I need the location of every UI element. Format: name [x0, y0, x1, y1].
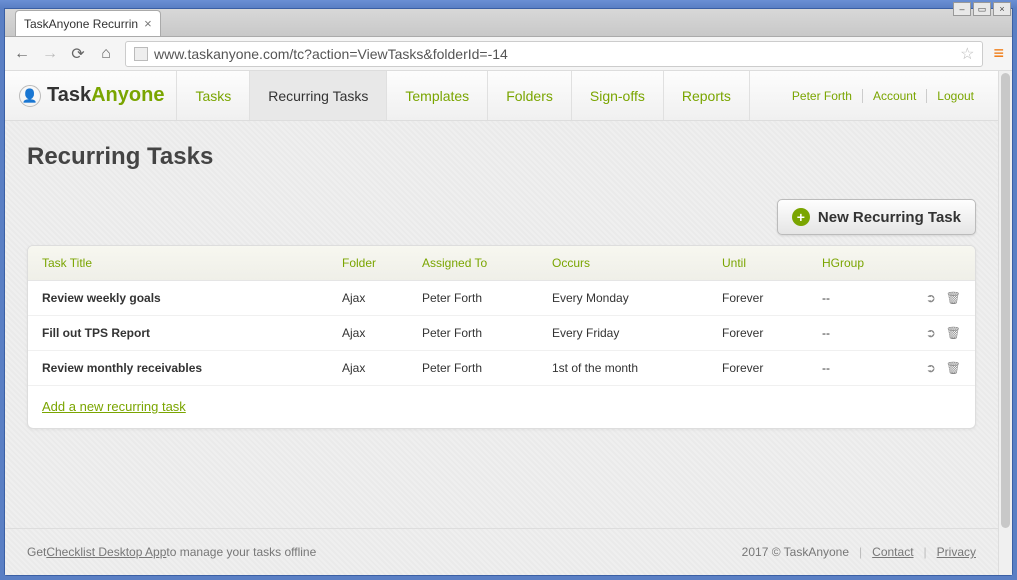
tab-close-icon[interactable]: ×: [144, 16, 152, 31]
cell-assigned: Peter Forth: [422, 291, 552, 305]
logout-link[interactable]: Logout: [927, 89, 984, 103]
cell-hgroup: --: [822, 291, 902, 305]
cell-folder: Ajax: [342, 291, 422, 305]
page-favicon-icon: [134, 47, 148, 61]
nav-item-recurring-tasks[interactable]: Recurring Tasks: [249, 71, 386, 120]
nav-reload-icon[interactable]: ⟳: [69, 44, 87, 64]
header-assigned[interactable]: Assigned To: [422, 256, 552, 270]
cell-assigned: Peter Forth: [422, 326, 552, 340]
cell-occurs: Every Monday: [552, 291, 722, 305]
logo-text: TaskAnyone: [47, 84, 164, 107]
nav-back-icon[interactable]: ←: [13, 45, 31, 63]
browser-toolbar: ← → ⟳ ⌂ www.taskanyone.com/tc?action=Vie…: [5, 37, 1012, 71]
table-row: Fill out TPS ReportAjaxPeter ForthEvery …: [28, 316, 975, 351]
url-bar[interactable]: www.taskanyone.com/tc?action=ViewTasks&f…: [125, 41, 983, 67]
cell-folder: Ajax: [342, 326, 422, 340]
bookmark-star-icon[interactable]: ☆: [960, 44, 974, 64]
table-row: Review weekly goalsAjaxPeter ForthEvery …: [28, 281, 975, 316]
cell-title[interactable]: Fill out TPS Report: [42, 326, 342, 340]
row-open-icon[interactable]: ➲: [926, 361, 936, 375]
cell-hgroup: --: [822, 326, 902, 340]
nav-item-sign-offs[interactable]: Sign-offs: [571, 71, 663, 120]
nav-item-reports[interactable]: Reports: [663, 71, 750, 120]
cell-title[interactable]: Review weekly goals: [42, 291, 342, 305]
window-close[interactable]: ×: [993, 2, 1011, 16]
nav-item-tasks[interactable]: Tasks: [176, 71, 249, 120]
cell-hgroup: --: [822, 361, 902, 375]
account-link[interactable]: Account: [863, 89, 927, 103]
user-link[interactable]: Peter Forth: [782, 89, 863, 103]
recurring-tasks-table: Task Title Folder Assigned To Occurs Unt…: [27, 245, 976, 429]
url-text: www.taskanyone.com/tc?action=ViewTasks&f…: [154, 46, 508, 62]
nav-home-icon[interactable]: ⌂: [97, 45, 115, 63]
add-recurring-task-link[interactable]: Add a new recurring task: [42, 399, 186, 414]
header-until[interactable]: Until: [722, 256, 822, 270]
footer-privacy-link[interactable]: Privacy: [937, 545, 976, 559]
header-folder[interactable]: Folder: [342, 256, 422, 270]
row-open-icon[interactable]: ➲: [926, 291, 936, 305]
cell-occurs: Every Friday: [552, 326, 722, 340]
cell-assigned: Peter Forth: [422, 361, 552, 375]
cell-title[interactable]: Review monthly receivables: [42, 361, 342, 375]
footer-copyright: 2017 © TaskAnyone: [742, 545, 849, 559]
browser-tab[interactable]: TaskAnyone Recurrin ×: [15, 10, 161, 36]
page-footer: Get Checklist Desktop App to manage your…: [5, 528, 998, 575]
window-maximize[interactable]: ▭: [973, 2, 991, 16]
header-title[interactable]: Task Title: [42, 256, 342, 270]
table-header-row: Task Title Folder Assigned To Occurs Unt…: [28, 246, 975, 281]
page-title: Recurring Tasks: [27, 143, 976, 171]
app-header: 👤 TaskAnyone TasksRecurring TasksTemplat…: [5, 71, 998, 121]
browser-menu-icon[interactable]: ≡: [993, 43, 1004, 64]
cell-until: Forever: [722, 326, 822, 340]
cell-folder: Ajax: [342, 361, 422, 375]
header-hgroup[interactable]: HGroup: [822, 256, 902, 270]
user-nav: Peter Forth Account Logout: [782, 89, 984, 103]
footer-desktop-app-link[interactable]: Checklist Desktop App: [46, 545, 166, 559]
footer-contact-link[interactable]: Contact: [872, 545, 913, 559]
footer-text-pre: Get: [27, 545, 46, 559]
row-open-icon[interactable]: ➲: [926, 326, 936, 340]
window-minimize[interactable]: –: [953, 2, 971, 16]
user-icon: 👤: [19, 85, 41, 107]
browser-tab-strip: TaskAnyone Recurrin ×: [5, 9, 1012, 37]
row-delete-icon[interactable]: 🗑: [946, 361, 961, 375]
row-delete-icon[interactable]: 🗑: [946, 291, 961, 305]
cell-until: Forever: [722, 361, 822, 375]
new-button-label: New Recurring Task: [818, 209, 961, 226]
header-occurs[interactable]: Occurs: [552, 256, 722, 270]
new-recurring-task-button[interactable]: + New Recurring Task: [777, 199, 976, 235]
table-row: Review monthly receivablesAjaxPeter Fort…: [28, 351, 975, 386]
plus-icon: +: [792, 208, 810, 226]
cell-occurs: 1st of the month: [552, 361, 722, 375]
footer-text-post: to manage your tasks offline: [166, 545, 316, 559]
main-nav: TasksRecurring TasksTemplatesFoldersSign…: [176, 71, 749, 120]
tab-title: TaskAnyone Recurrin: [24, 17, 138, 31]
vertical-scrollbar[interactable]: [998, 71, 1012, 575]
app-logo[interactable]: 👤 TaskAnyone: [19, 84, 164, 107]
nav-item-templates[interactable]: Templates: [386, 71, 487, 120]
row-delete-icon[interactable]: 🗑: [946, 326, 961, 340]
nav-item-folders[interactable]: Folders: [487, 71, 571, 120]
scrollbar-thumb[interactable]: [1001, 73, 1010, 528]
cell-until: Forever: [722, 291, 822, 305]
nav-forward-icon: →: [41, 45, 59, 63]
